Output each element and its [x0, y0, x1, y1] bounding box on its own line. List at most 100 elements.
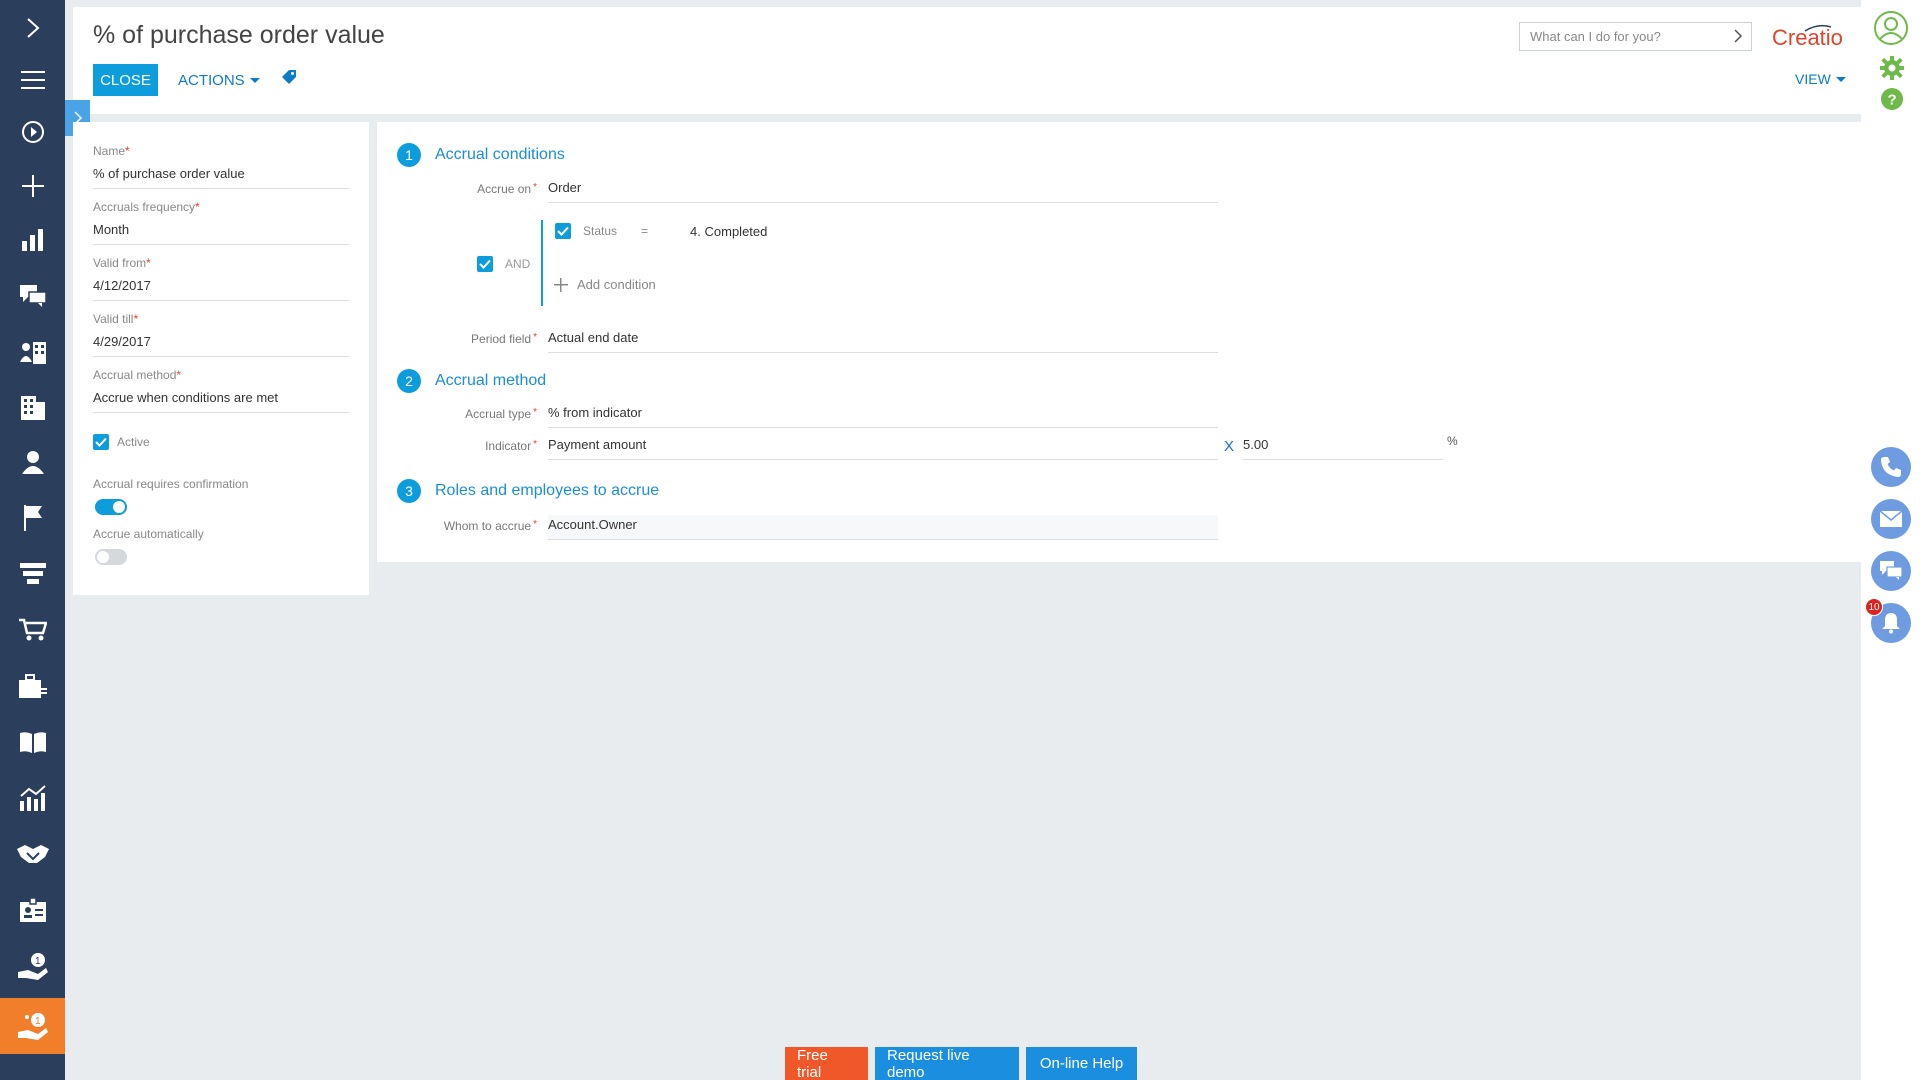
partners-icon[interactable] — [0, 828, 65, 880]
whom-to-accrue-input[interactable]: Account.Owner — [548, 515, 1218, 540]
accrual-type-input[interactable]: % from indicator — [548, 405, 1218, 428]
requires-confirmation-toggle[interactable] — [95, 499, 127, 515]
contacts-org-icon[interactable] — [0, 326, 65, 378]
valid-from-field[interactable]: Valid from* 4/12/2017 — [93, 256, 349, 301]
phone-button[interactable] — [1871, 447, 1911, 487]
profile-icon[interactable] — [1874, 11, 1908, 50]
accrue-automatically-toggle[interactable] — [95, 549, 127, 565]
field-label: Name — [93, 144, 126, 158]
svg-text:?: ? — [1888, 92, 1897, 109]
profile-panel: Name* % of purchase order value Accruals… — [73, 122, 369, 595]
section-number: 1 — [397, 143, 421, 167]
condition-group-bar — [541, 220, 543, 306]
add-condition-label: Add condition — [577, 277, 656, 292]
accrual-method-input[interactable]: Accrue when conditions are met — [93, 390, 349, 413]
contact-icon[interactable] — [0, 436, 65, 488]
active-checkbox[interactable] — [93, 434, 109, 450]
caret-down-icon — [249, 77, 260, 83]
portfolio-icon[interactable] — [0, 660, 65, 712]
id-card-icon[interactable] — [0, 884, 65, 936]
accrue-automatically-label: Accrue automatically — [93, 527, 204, 541]
help-icon[interactable]: ? — [1880, 87, 1904, 116]
factor-input[interactable]: 5.00 — [1243, 437, 1443, 460]
close-button[interactable]: CLOSE — [93, 64, 158, 96]
status-condition[interactable]: Status = 4. Completed — [555, 223, 767, 239]
frequency-input[interactable]: Month — [93, 222, 349, 245]
frequency-field[interactable]: Accruals frequency* Month — [93, 200, 349, 245]
indicator-label: Indicator — [485, 439, 532, 453]
section-title: Accrual method — [435, 372, 547, 389]
search-input[interactable]: What can I do for you? — [1519, 22, 1752, 51]
status-checkbox[interactable] — [555, 223, 571, 239]
left-navigation: 1 1 — [0, 0, 65, 1080]
field-label: Accruals frequency — [93, 200, 196, 214]
tag-icon[interactable] — [282, 70, 296, 89]
leads-icon[interactable] — [0, 492, 65, 544]
actions-button[interactable]: ACTIONS — [178, 64, 260, 96]
multiply-sign: X — [1224, 438, 1235, 455]
accruals-icon[interactable]: 1 — [0, 998, 65, 1054]
section-title: Accrual conditions — [435, 146, 565, 163]
plus-icon[interactable] — [0, 160, 65, 212]
analytics-icon[interactable] — [0, 772, 65, 824]
knowledge-icon[interactable] — [0, 716, 65, 768]
section-accrual-conditions: 1 Accrual conditions — [397, 143, 565, 167]
valid-from-input[interactable]: 4/12/2017 — [93, 278, 349, 301]
menu-icon[interactable] — [0, 54, 65, 106]
svg-text:1: 1 — [35, 1016, 41, 1027]
chevron-right-icon[interactable] — [1733, 29, 1743, 43]
main-panel: 1 Accrual conditions Accrue on * Order AN… — [377, 122, 1861, 562]
loyalty-icon[interactable]: 1 — [0, 940, 65, 992]
status-value[interactable]: 4. Completed — [690, 224, 767, 239]
section-title: Roles and employees to accrue — [435, 482, 660, 499]
svg-text:1: 1 — [35, 956, 41, 967]
view-button[interactable]: VIEW — [1795, 71, 1846, 87]
indicator-input[interactable]: Payment amount — [548, 437, 1218, 460]
percent-label: % — [1447, 434, 1458, 448]
and-checkbox[interactable] — [477, 256, 493, 272]
caret-down-icon — [1835, 76, 1846, 82]
right-rail: ? 10 — [1861, 0, 1920, 1080]
bell-icon — [1882, 613, 1900, 634]
valid-till-input[interactable]: 4/29/2017 — [93, 334, 349, 357]
dashboards-icon[interactable] — [0, 214, 65, 266]
actions-label: ACTIONS — [178, 71, 245, 89]
status-operator: = — [641, 224, 649, 238]
notifications-button[interactable]: 10 — [1865, 598, 1911, 643]
name-field[interactable]: Name* % of purchase order value — [93, 144, 349, 189]
email-icon — [1880, 511, 1902, 527]
page-header: % of purchase order value CLOSE ACTIONS … — [73, 7, 1861, 114]
check-icon — [95, 437, 107, 447]
accrue-automatically-row: Accrue automatically — [93, 527, 349, 565]
orders-icon[interactable] — [0, 604, 65, 656]
online-help-button[interactable]: On-line Help — [1026, 1047, 1137, 1080]
and-group[interactable]: AND — [477, 256, 530, 272]
play-icon[interactable] — [0, 106, 65, 158]
period-field-input[interactable]: Actual end date — [548, 330, 1218, 353]
check-icon — [479, 259, 491, 269]
name-input[interactable]: % of purchase order value — [93, 166, 349, 189]
accrue-on-input[interactable]: Order — [548, 180, 1218, 203]
requires-confirmation-row: Accrual requires confirmation — [93, 477, 349, 515]
feed-icon[interactable] — [0, 270, 65, 322]
logo-swoosh-icon — [1804, 24, 1832, 32]
accounts-icon[interactable] — [0, 382, 65, 434]
section-accrual-method: 2 Accrual method — [397, 369, 546, 393]
email-button[interactable] — [1871, 499, 1911, 539]
section-number: 3 — [397, 479, 421, 503]
chat-button[interactable] — [1871, 551, 1911, 591]
field-label: Valid till — [93, 312, 134, 326]
request-demo-button[interactable]: Request live demo — [875, 1047, 1019, 1080]
funnel-icon[interactable] — [0, 548, 65, 600]
gear-icon[interactable] — [1880, 56, 1904, 85]
search-placeholder: What can I do for you? — [1530, 29, 1661, 44]
active-checkbox-row[interactable]: Active — [93, 434, 349, 450]
accrual-method-field[interactable]: Accrual method* Accrue when conditions a… — [93, 368, 349, 413]
check-icon — [557, 226, 569, 236]
and-label: AND — [505, 257, 531, 271]
add-condition-button[interactable]: Add condition — [554, 277, 656, 292]
free-trial-button[interactable]: Free trial — [785, 1047, 868, 1080]
whom-to-accrue-label: Whom to accrue — [443, 519, 532, 533]
valid-till-field[interactable]: Valid till* 4/29/2017 — [93, 312, 349, 357]
expand-icon[interactable] — [0, 2, 65, 54]
